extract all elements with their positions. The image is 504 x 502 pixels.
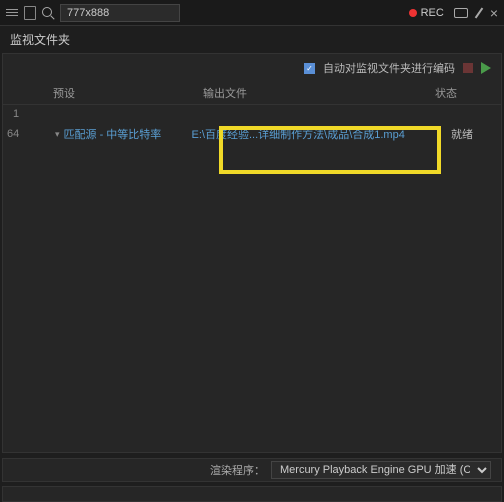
- menu-icon[interactable]: [6, 9, 18, 16]
- auto-encode-row: ✓ 自动对监视文件夹进行编码: [3, 54, 501, 82]
- header-preset: 预设: [13, 85, 163, 101]
- output-file-link[interactable]: E:\百度经验...详细制作方法\成品\合成1.mp4: [184, 126, 451, 142]
- play-icon[interactable]: [481, 62, 491, 74]
- group-label: 1: [13, 108, 19, 120]
- search-input[interactable]: [60, 4, 180, 22]
- row-status: 就绪: [451, 126, 501, 142]
- record-indicator[interactable]: REC: [409, 7, 444, 19]
- record-label: REC: [421, 7, 444, 19]
- renderer-label: 渲染程序：: [210, 462, 265, 478]
- file-icon[interactable]: [24, 6, 36, 20]
- camera-icon[interactable]: [454, 8, 468, 18]
- close-icon[interactable]: ×: [490, 5, 498, 21]
- auto-encode-label: 自动对监视文件夹进行编码: [323, 60, 455, 76]
- panel-title: 监视文件夹: [0, 26, 504, 53]
- chevron-down-icon[interactable]: ▾: [55, 129, 60, 140]
- pen-icon[interactable]: [475, 7, 484, 18]
- column-headers: 预设 输出文件 状态: [3, 82, 501, 105]
- queue-row[interactable]: 64 ▾ 匹配源 - 中等比特率 E:\百度经验...详细制作方法\成品\合成1…: [3, 123, 501, 145]
- footer-bar: 渲染程序： Mercury Playback Engine GPU 加速 (CU…: [2, 458, 502, 482]
- bottom-strip: [2, 486, 502, 502]
- renderer-select[interactable]: Mercury Playback Engine GPU 加速 (CUDA): [271, 461, 491, 479]
- titlebar: REC ×: [0, 0, 504, 26]
- header-output: 输出文件: [163, 85, 435, 101]
- row-format: 64: [7, 128, 37, 140]
- preset-link[interactable]: 匹配源 - 中等比特率: [64, 126, 184, 142]
- watch-folder-panel: ✓ 自动对监视文件夹进行编码 预设 输出文件 状态 1 64 ▾ 匹配源 - 中…: [2, 53, 502, 453]
- stop-icon[interactable]: [463, 63, 473, 73]
- auto-encode-checkbox[interactable]: ✓: [304, 63, 315, 74]
- titlebar-left: [6, 4, 180, 22]
- titlebar-right: REC ×: [409, 5, 498, 21]
- group-row: 1: [3, 105, 501, 123]
- header-status: 状态: [435, 85, 501, 101]
- record-dot-icon: [409, 9, 417, 17]
- search-icon: [42, 7, 54, 19]
